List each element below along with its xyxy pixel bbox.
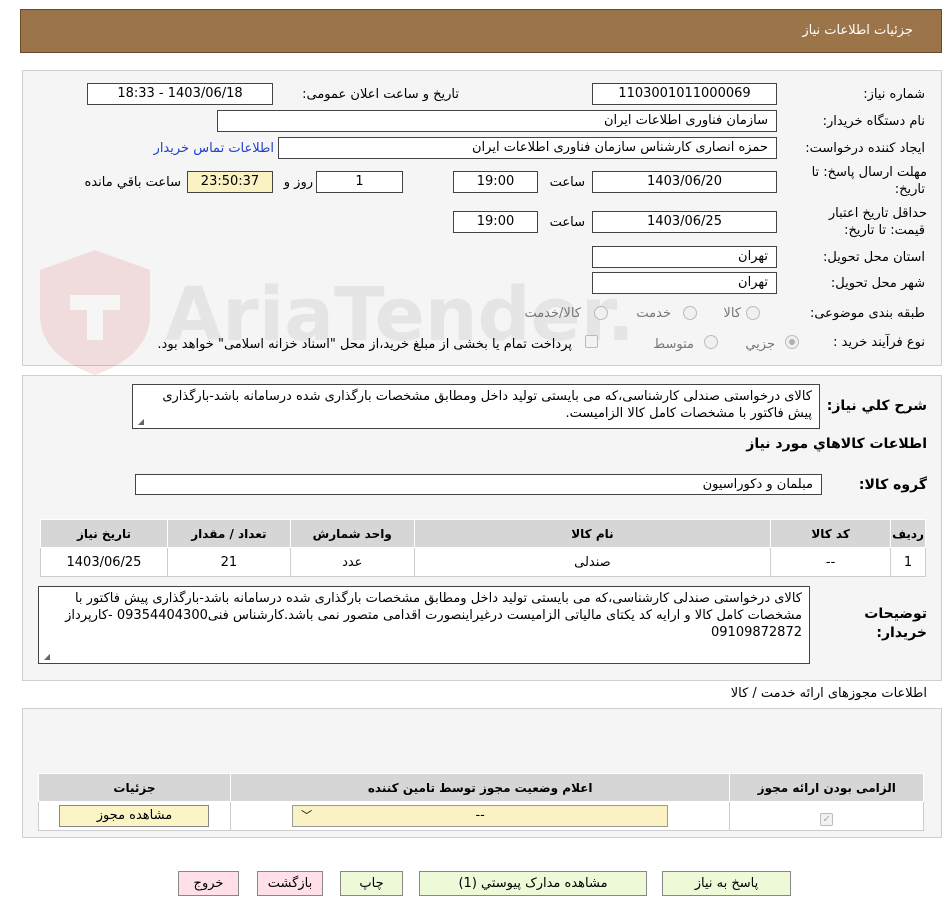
permits-section-title: اطلاعات مجوزهای ارائه خدمت / کالا	[730, 686, 927, 701]
column-header: الزامی بودن ارائه مجوز	[729, 773, 924, 802]
city-label: شهر محل تحویل:	[830, 276, 925, 291]
buyer-notes-label-line2: خريدار:	[876, 625, 927, 641]
column-header: تعداد / مقدار	[166, 519, 291, 548]
deadline-time-label: ساعت	[549, 175, 585, 190]
goods-section-title: اطلاعات کالاهاي مورد نياز	[746, 436, 927, 452]
validity-time-field: 19:00	[453, 211, 538, 233]
deadline-time-field: 19:00	[453, 171, 538, 193]
validity-time-label: ساعت	[549, 215, 585, 230]
validity-label-line1: حداقل تاریخ اعتبار	[828, 206, 927, 221]
buyer-org-label: نام دستگاه خريدار:	[822, 114, 925, 129]
buyer-contact-link[interactable]: اطلاعات تماس خريدار	[154, 141, 274, 156]
permit-status-cell: -- ﹀	[229, 801, 731, 831]
column-header: جزئیات	[38, 773, 231, 802]
payment-note: پرداخت تمام یا بخشی از مبلغ خرید،از محل …	[157, 337, 572, 352]
days-remaining-field: 1	[316, 171, 403, 193]
days-label: روز و	[283, 175, 313, 190]
column-header: اعلام وضعیت مجوز توسط تامین کننده	[229, 773, 731, 802]
province-label: استان محل تحویل:	[823, 250, 925, 265]
column-header: کد کالا	[770, 519, 892, 548]
buyer-notes-textarea: کالای درخواستی صندلی کارشناسی،که می بایس…	[38, 586, 810, 664]
page-title: جزئیات اطلاعات نیاز	[802, 23, 913, 38]
permit-details-cell: مشاهده مجوز	[38, 801, 231, 831]
deadline-label-line1: مهلت ارسال پاسخ: تا	[811, 165, 927, 180]
process-radio-medium[interactable]	[704, 335, 718, 349]
description-textarea: کالای درخواستی صندلی کارشناسی،که می بایس…	[132, 384, 820, 429]
need-number-label: شماره نیاز:	[863, 87, 925, 102]
permit-status-value: --	[475, 808, 485, 823]
validity-date-field: 1403/06/25	[592, 211, 777, 233]
goods-group-label: گروه کالا:	[858, 477, 927, 493]
category-option-service: خدمت	[636, 306, 671, 321]
column-header: نام کالا	[413, 519, 772, 548]
chevron-down-icon: ﹀	[301, 809, 313, 822]
announce-label: تاریخ و ساعت اعلان عمومی:	[302, 87, 459, 102]
category-radio-service[interactable]	[683, 306, 697, 320]
view-permit-button[interactable]: مشاهده مجوز	[59, 805, 210, 827]
remaining-label: ساعت باقي مانده	[84, 175, 181, 190]
buyer-org-field: سازمان فناوری اطلاعات ایران	[217, 110, 777, 132]
print-button[interactable]: چاپ	[340, 871, 403, 896]
category-label: طبقه بندی موضوعی:	[809, 306, 925, 321]
table-cell: صندلی	[413, 547, 772, 577]
requester-label: ایجاد کننده درخواست:	[805, 141, 925, 156]
remaining-time-field: 23:50:37	[187, 171, 273, 193]
exit-button[interactable]: خروج	[178, 871, 239, 896]
province-field: تهران	[592, 246, 777, 268]
requester-field: حمزه انصاری کارشناس سازمان فناوری اطلاعا…	[278, 137, 777, 159]
city-field: تهران	[592, 272, 777, 294]
goods-table-header: رديف کد کالا نام کالا واحد شمارش تعداد /…	[40, 519, 926, 548]
check-icon: ✓	[820, 812, 834, 826]
table-cell: 1403/06/25	[40, 547, 168, 577]
table-row: 1 -- صندلی عدد 21 1403/06/25	[40, 547, 926, 577]
table-cell: 1	[890, 547, 926, 577]
description-text: کالای درخواستی صندلی کارشناسی،که می بایس…	[162, 389, 812, 421]
resize-handle-icon[interactable]: ◢	[136, 418, 144, 426]
process-option-minor: جزيي	[745, 337, 775, 352]
table-cell: 21	[166, 547, 291, 577]
back-button[interactable]: بازگشت	[257, 871, 323, 896]
category-radio-goods-service[interactable]	[594, 306, 608, 320]
process-radio-minor[interactable]	[785, 335, 799, 349]
process-label: نوع فرآیند خرید :	[833, 335, 925, 350]
description-label: شرح کلي نياز:	[826, 398, 927, 414]
permits-table-header: الزامی بودن ارائه مجوز اعلام وضعیت مجوز …	[38, 773, 924, 802]
table-cell: --	[770, 547, 892, 577]
category-option-goods: کالا	[723, 306, 741, 321]
need-number-field: 1103001011000069	[592, 83, 777, 105]
payment-checkbox[interactable]	[585, 335, 598, 348]
buyer-notes-text: کالای درخواستی صندلی کارشناسی،که می بایس…	[65, 591, 802, 640]
attachments-button[interactable]: مشاهده مدارک پیوستي (1)	[419, 871, 647, 896]
resize-handle-icon[interactable]: ◢	[42, 653, 50, 661]
permit-required-cell: ✓	[729, 801, 924, 831]
column-header: تاریخ نیاز	[40, 519, 168, 548]
page-header: جزئیات اطلاعات نیاز	[20, 9, 942, 53]
category-radio-goods[interactable]	[746, 306, 760, 320]
deadline-label-line2: تاریخ:	[894, 182, 925, 197]
validity-label-line2: قیمت: تا تاریخ:	[844, 223, 925, 238]
process-option-medium: متوسط	[653, 337, 694, 352]
table-cell: عدد	[289, 547, 415, 577]
column-header: واحد شمارش	[289, 519, 415, 548]
column-header: رديف	[890, 519, 926, 548]
goods-group-field: مبلمان و دکوراسیون	[135, 474, 822, 495]
reply-button[interactable]: پاسخ به نیاز	[662, 871, 791, 896]
deadline-date-field: 1403/06/20	[592, 171, 777, 193]
permit-status-select[interactable]: -- ﹀	[292, 805, 669, 827]
goods-table: رديف کد کالا نام کالا واحد شمارش تعداد /…	[40, 519, 926, 577]
permits-table: الزامی بودن ارائه مجوز اعلام وضعیت مجوز …	[38, 773, 924, 831]
table-row: ✓ -- ﹀ مشاهده مجوز	[38, 801, 924, 831]
buyer-notes-label-line1: توضيحات	[864, 606, 927, 622]
category-option-goods-service: کالا/خدمت	[524, 306, 581, 321]
announce-datetime-field: 1403/06/18 - 18:33	[87, 83, 273, 105]
